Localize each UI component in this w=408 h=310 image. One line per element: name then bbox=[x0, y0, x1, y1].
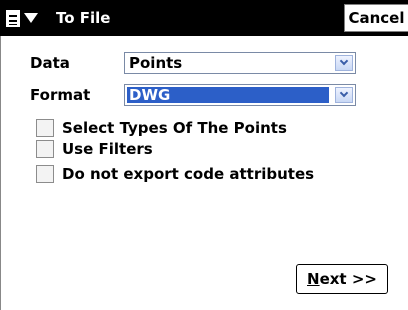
next-mnemonic: N bbox=[307, 270, 320, 288]
data-select-value: Points bbox=[129, 54, 183, 72]
next-label: ext >> bbox=[319, 270, 377, 288]
use-filters-label: Use Filters bbox=[62, 140, 153, 158]
window-title: To File bbox=[56, 9, 111, 27]
format-select-value: DWG bbox=[129, 86, 171, 104]
chevron-down-icon[interactable] bbox=[335, 87, 353, 103]
no-code-attributes-label: Do not export code attributes bbox=[62, 165, 315, 183]
data-label: Data bbox=[30, 54, 70, 72]
next-button[interactable]: Next >> bbox=[296, 264, 388, 294]
chevron-down-icon[interactable] bbox=[335, 55, 353, 71]
option-no-code-attributes[interactable]: Do not export code attributes bbox=[36, 163, 314, 185]
no-code-attributes-checkbox[interactable] bbox=[36, 165, 54, 183]
dropdown-triangle-icon bbox=[24, 13, 38, 23]
data-select[interactable]: Points bbox=[124, 52, 356, 74]
select-types-checkbox[interactable] bbox=[36, 119, 54, 137]
document-menu-icon bbox=[6, 9, 20, 27]
cancel-button[interactable]: Cancel bbox=[344, 4, 408, 32]
select-types-label: Select Types Of The Points bbox=[62, 119, 287, 137]
option-use-filters[interactable]: Use Filters bbox=[36, 138, 153, 160]
use-filters-checkbox[interactable] bbox=[36, 140, 54, 158]
format-label: Format bbox=[30, 86, 91, 104]
frame-border bbox=[0, 36, 1, 310]
start-menu-button[interactable] bbox=[6, 7, 50, 29]
format-select[interactable]: DWG bbox=[124, 84, 356, 106]
option-select-types[interactable]: Select Types Of The Points bbox=[36, 117, 287, 139]
title-bar: To File Cancel bbox=[0, 0, 408, 36]
